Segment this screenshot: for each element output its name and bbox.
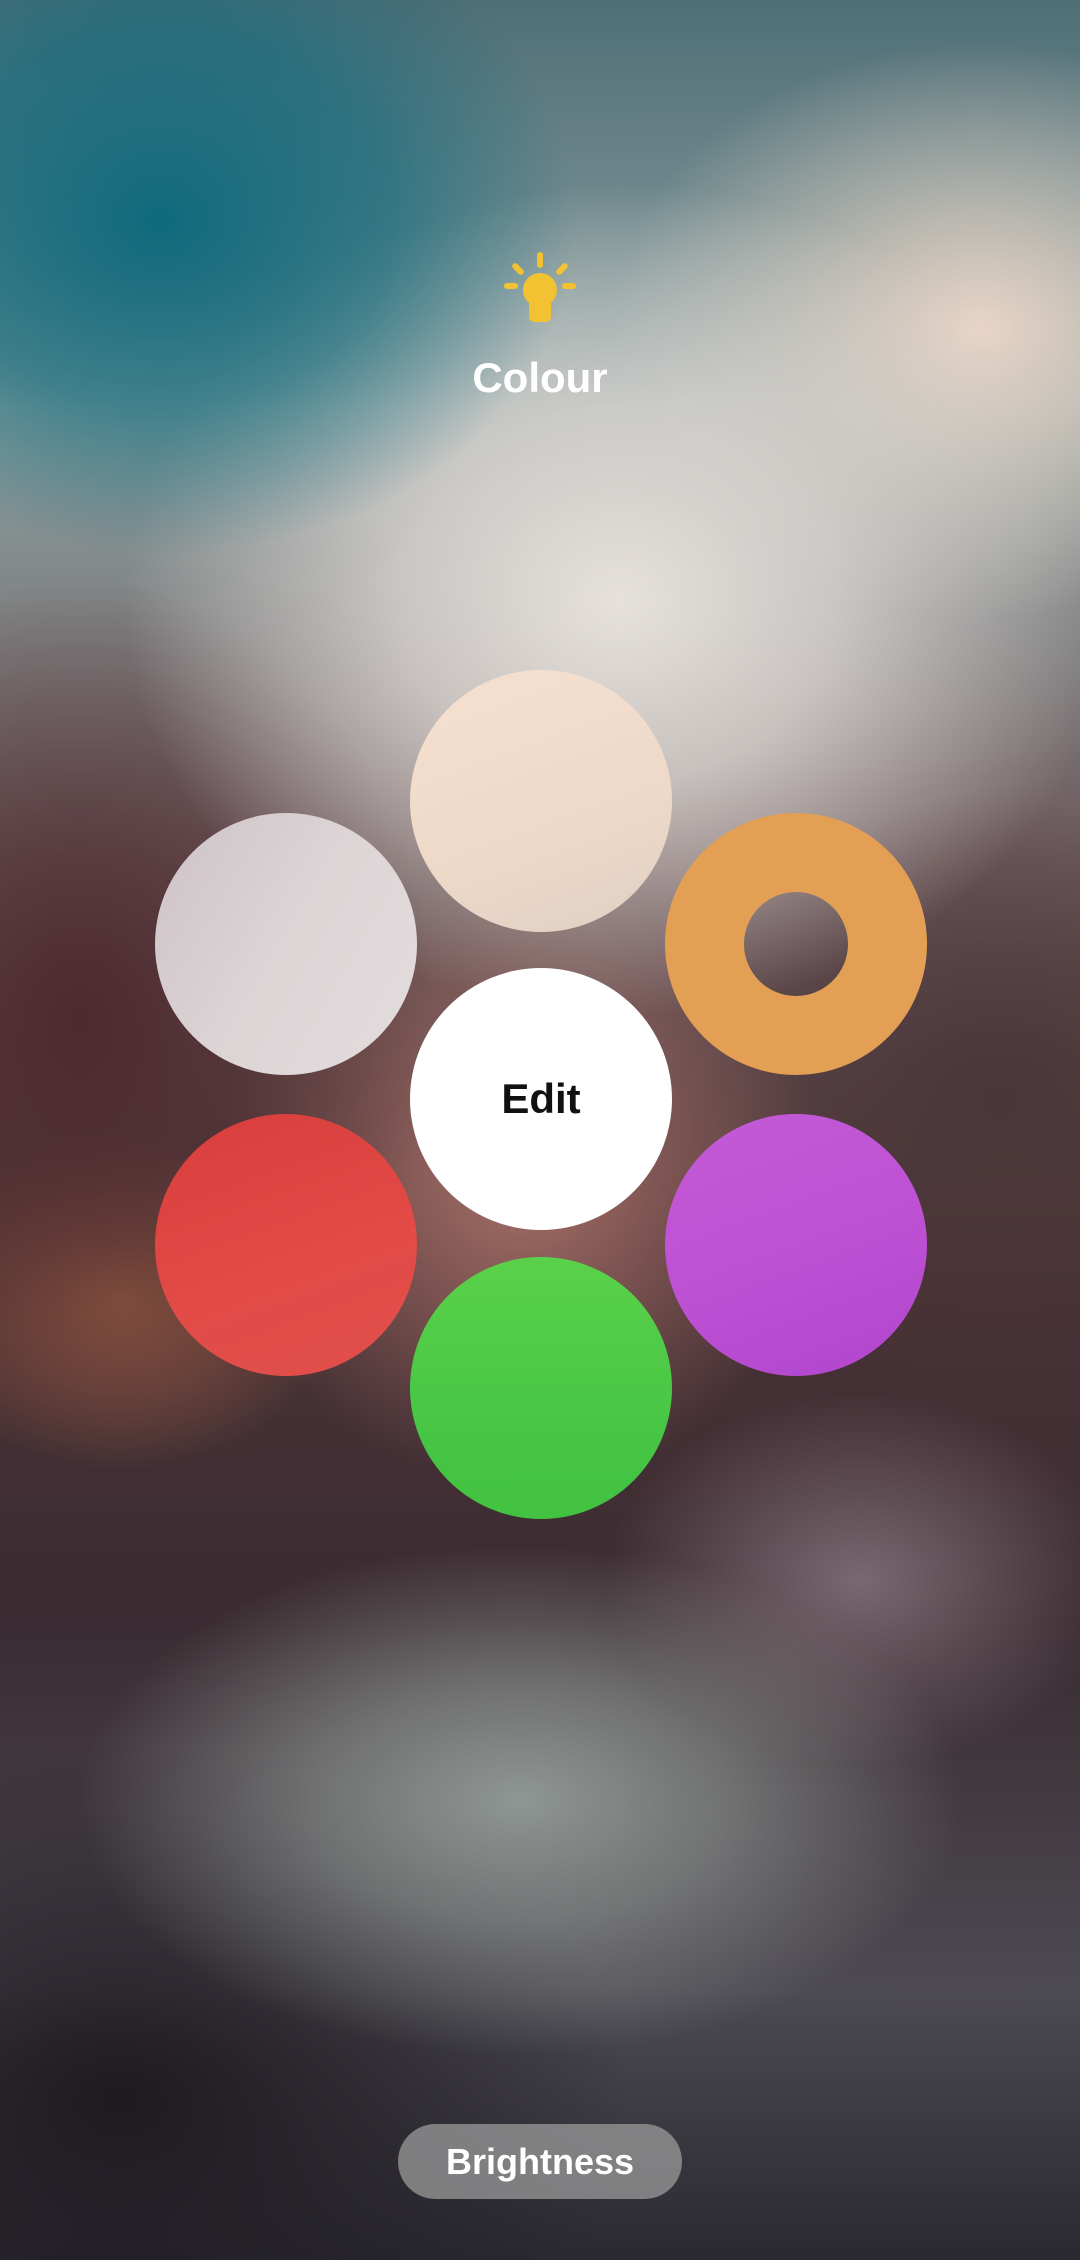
brightness-button[interactable]: Brightness <box>398 2124 682 2199</box>
color-swatch-lavender[interactable] <box>155 813 417 1075</box>
color-swatch-peach[interactable] <box>410 670 672 932</box>
edit-label: Edit <box>501 1075 581 1122</box>
color-swatch-green[interactable] <box>410 1257 672 1519</box>
color-swatch-purple[interactable] <box>665 1114 927 1376</box>
edit-button[interactable]: Edit <box>410 968 672 1230</box>
lightbulb-icon <box>500 248 580 328</box>
page-title: Colour <box>472 354 608 401</box>
color-swatch-orange-selected[interactable] <box>665 813 927 1075</box>
color-swatch-red[interactable] <box>155 1114 417 1376</box>
